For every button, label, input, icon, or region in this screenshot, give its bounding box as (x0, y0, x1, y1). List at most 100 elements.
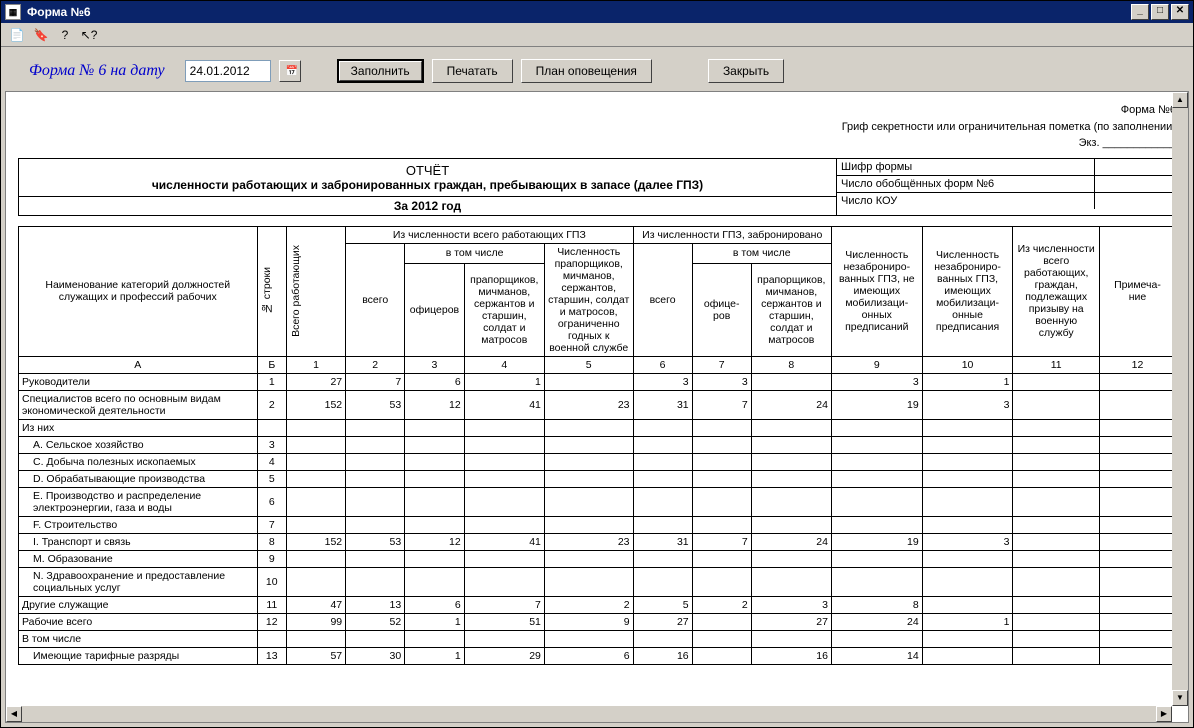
cell (922, 567, 1013, 596)
row-number: 8 (257, 533, 287, 550)
cell (1013, 567, 1100, 596)
maximize-button[interactable]: □ (1151, 4, 1169, 20)
date-picker-button[interactable]: 📅 (279, 60, 301, 82)
report-title-3: За 2012 год (19, 197, 836, 215)
cell (692, 487, 751, 516)
table-row: C. Добыча полезных ископаемых4 (19, 453, 1176, 470)
cell: 6 (544, 647, 633, 664)
scroll-down-button[interactable]: ▼ (1172, 690, 1188, 706)
col-g1-limited: Численность прапорщиков, мичманов, сержа… (544, 243, 633, 356)
cell: 53 (346, 390, 405, 419)
cell: 7 (692, 390, 751, 419)
vertical-scrollbar[interactable]: ▲ ▼ (1172, 92, 1188, 706)
row-label: Руководители (19, 373, 258, 390)
cell (633, 630, 692, 647)
cell (922, 453, 1013, 470)
header-right: Форма №6 Гриф секретности или ограничите… (18, 102, 1176, 152)
cell (405, 419, 464, 436)
col-g1-total: всего (346, 243, 405, 356)
cell (1013, 373, 1100, 390)
cell (751, 550, 831, 567)
col-g2-total: всего (633, 243, 692, 356)
pointer-icon[interactable]: ↖? (81, 27, 97, 43)
fill-button[interactable]: Заполнить (337, 59, 424, 83)
cell (831, 630, 922, 647)
row-number: 13 (257, 647, 287, 664)
close-form-button[interactable]: Закрыть (708, 59, 784, 83)
col-g2-vtom: в том числе (692, 243, 831, 263)
cell: 1 (405, 647, 464, 664)
cell (346, 470, 405, 487)
cell (1013, 419, 1100, 436)
row-number: 3 (257, 436, 287, 453)
help-icon[interactable]: ? (57, 27, 73, 43)
minimize-button[interactable]: _ (1131, 4, 1149, 20)
cell (1099, 373, 1175, 390)
cell (544, 516, 633, 533)
horizontal-scrollbar[interactable]: ◀ ▶ (6, 706, 1172, 722)
cell (692, 453, 751, 470)
cell (405, 453, 464, 470)
report: Форма №6 Гриф секретности или ограничите… (6, 92, 1188, 675)
cell (633, 567, 692, 596)
cell: 3 (633, 373, 692, 390)
cell (405, 487, 464, 516)
cell: 14 (831, 647, 922, 664)
row-label: Специалистов всего по основным видам эко… (19, 390, 258, 419)
table-header: Наименование категорий должностей служащ… (19, 226, 1176, 373)
cell (1099, 436, 1175, 453)
header-block: ОТЧЁТ численности работающих и заброниро… (18, 158, 1176, 216)
table-row: Другие служащие1147136725238 (19, 596, 1176, 613)
cell (922, 516, 1013, 533)
cell: 47 (287, 596, 346, 613)
cell: 3 (692, 373, 751, 390)
bookmark-icon[interactable]: 🔖 (33, 27, 49, 43)
cell (692, 470, 751, 487)
cell: 30 (346, 647, 405, 664)
cell (287, 516, 346, 533)
cell (1099, 596, 1175, 613)
cell (464, 470, 544, 487)
cell (544, 436, 633, 453)
cell: 1 (464, 373, 544, 390)
cell (831, 516, 922, 533)
cell: 1 (405, 613, 464, 630)
row-label: E. Производство и распределение электроэ… (19, 487, 258, 516)
scroll-left-button[interactable]: ◀ (6, 706, 22, 722)
window-buttons: _ □ ✕ (1131, 4, 1189, 20)
cell (1013, 390, 1100, 419)
page-icon[interactable]: 📄 (9, 27, 25, 43)
side-row: Шифр формы (837, 159, 1175, 176)
report-viewport[interactable]: Форма №6 Гриф секретности или ограничите… (5, 91, 1189, 723)
cell (692, 550, 751, 567)
cell: 7 (692, 533, 751, 550)
scroll-up-button[interactable]: ▲ (1172, 92, 1188, 108)
print-button[interactable]: Печатать (432, 59, 513, 83)
cell (405, 470, 464, 487)
cell (1099, 567, 1175, 596)
cell (287, 630, 346, 647)
row-number: 1 (257, 373, 287, 390)
cell (1013, 487, 1100, 516)
cell (751, 516, 831, 533)
cell (1099, 487, 1175, 516)
cell (922, 550, 1013, 567)
cell: 24 (751, 390, 831, 419)
plan-button[interactable]: План оповещения (521, 59, 652, 83)
cell: 6 (405, 596, 464, 613)
close-button[interactable]: ✕ (1171, 4, 1189, 20)
date-input[interactable] (185, 60, 271, 82)
row-label: A. Сельское хозяйство (19, 436, 258, 453)
row-label: F. Строительство (19, 516, 258, 533)
scroll-right-button[interactable]: ▶ (1156, 706, 1172, 722)
cell (922, 647, 1013, 664)
table-row: D. Обрабатывающие производства5 (19, 470, 1176, 487)
cell (287, 567, 346, 596)
row-number: 12 (257, 613, 287, 630)
col-10: Численность незаброниро- ванных ГПЗ, име… (922, 226, 1013, 356)
cell: 3 (831, 373, 922, 390)
cell (831, 436, 922, 453)
col-group1: Из численности всего работающих ГПЗ (346, 226, 633, 243)
header-side-cells: Шифр формы Число обобщённых форм №6 Числ… (837, 159, 1175, 215)
cell (405, 567, 464, 596)
